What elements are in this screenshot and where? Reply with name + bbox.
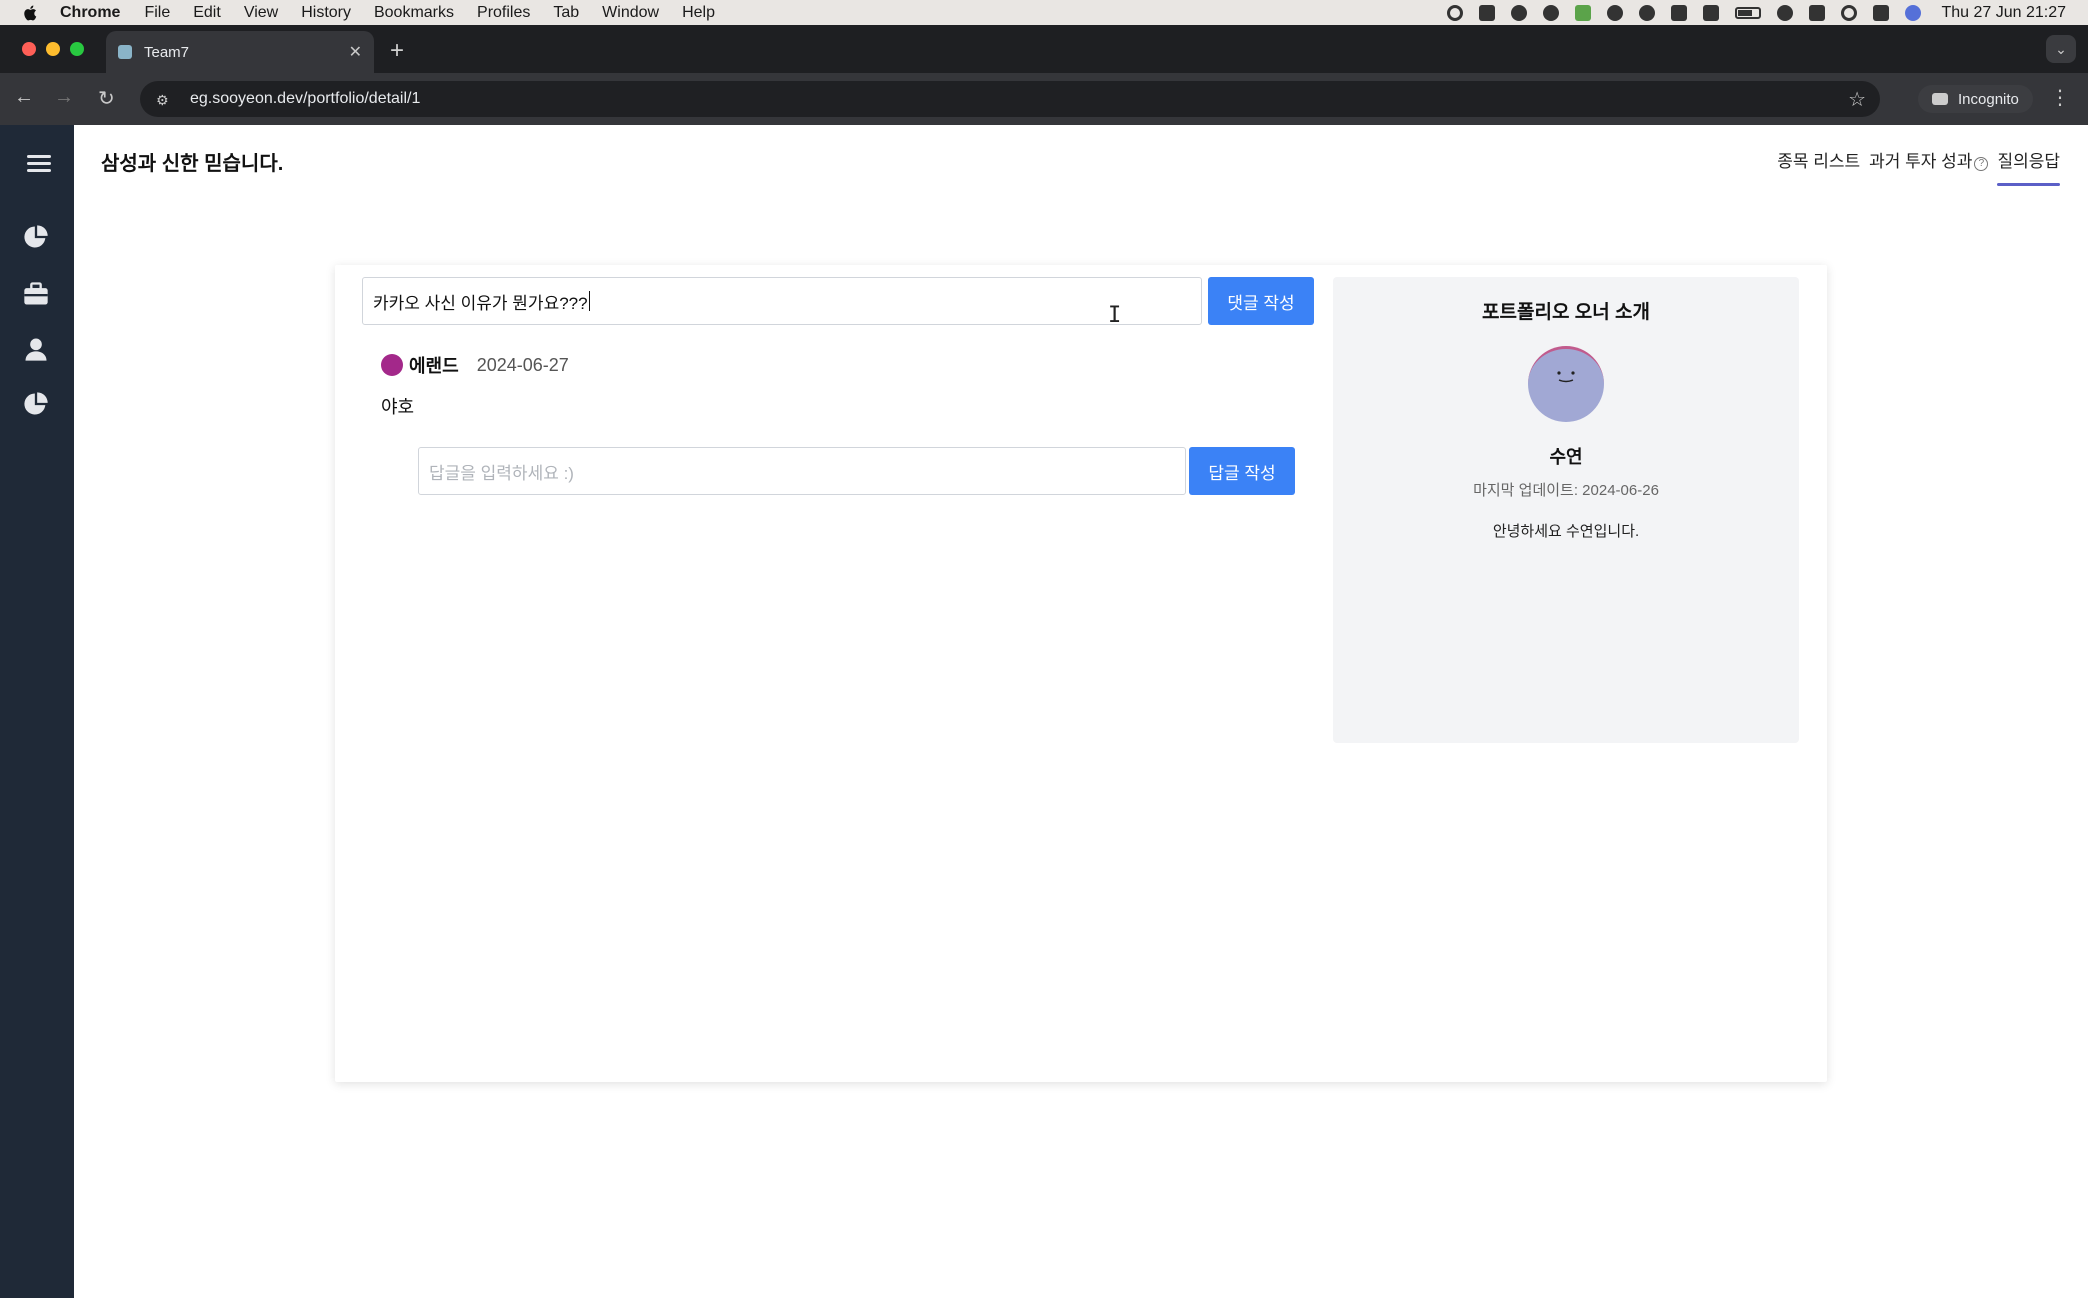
reload-icon[interactable]: ↻: [98, 86, 115, 111]
menu-app-chrome[interactable]: Chrome: [60, 4, 120, 22]
smiley-face-icon: [1557, 371, 1575, 383]
shield-status-icon[interactable]: [1511, 4, 1528, 21]
menu-view[interactable]: View: [244, 4, 278, 22]
text-caret: [588, 291, 590, 311]
address-bar-url[interactable]: eg.sooyeon.dev/portfolio/detail/1: [190, 90, 420, 108]
back-arrow-icon[interactable]: ←: [14, 86, 34, 109]
window-controls: [22, 42, 94, 56]
menu-window[interactable]: Window: [602, 4, 659, 22]
macos-menu-bar: Chrome File Edit View History Bookmarks …: [0, 0, 2088, 25]
input-source-icon[interactable]: [1809, 4, 1826, 21]
record-icon[interactable]: [1447, 4, 1464, 21]
minimize-window-button[interactable]: [46, 42, 60, 56]
spotlight-search-icon[interactable]: [1841, 4, 1858, 21]
apple-icon[interactable]: [22, 4, 40, 22]
briefcase-icon[interactable]: [22, 280, 50, 308]
forward-arrow-icon[interactable]: →: [54, 86, 74, 109]
pie-chart-icon-secondary[interactable]: [22, 390, 50, 418]
owner-introduction: 안녕하세요 수연입니다.: [1492, 523, 1640, 540]
reply-input-placeholder: 답글을 입력하세요 :): [429, 463, 574, 483]
post-comment-button[interactable]: 댓글 작성: [1208, 277, 1314, 325]
qna-card: 카카오 사신 이유가 뭔가요??? 댓글 작성 I 에랜드 2024-06-27…: [335, 265, 1827, 1082]
incognito-indicator[interactable]: Incognito: [1918, 85, 2033, 113]
menu-bar-clock[interactable]: Thu 27 Jun 21:27: [1941, 4, 2066, 22]
browser-tab-active[interactable]: Team7 ✕: [106, 31, 374, 73]
comment-date: 2024-06-27: [476, 354, 569, 375]
browser-tab-strip: Team7 ✕ + ⌄: [0, 25, 2088, 73]
menu-help[interactable]: Help: [682, 4, 715, 22]
portfolio-tabs: 종목 리스트 과거 투자 성과? 질의응답: [1768, 147, 2060, 186]
control-center-icon[interactable]: [1873, 4, 1890, 21]
tab-past-performance[interactable]: 과거 투자 성과?: [1869, 147, 1989, 182]
close-window-button[interactable]: [22, 42, 36, 56]
app-sidebar: [0, 125, 74, 1298]
tab-qna[interactable]: 질의응답: [1997, 147, 2060, 186]
owner-name: 수연: [1549, 447, 1583, 467]
tab-search-chevron-icon[interactable]: ⌄: [2046, 35, 2076, 63]
help-circle-icon[interactable]: ?: [1974, 157, 1989, 171]
site-settings-icon[interactable]: ⚙: [156, 92, 174, 108]
vpn-icon[interactable]: [1639, 4, 1656, 21]
tab-close-icon[interactable]: ✕: [349, 42, 362, 62]
maximize-window-button[interactable]: [70, 42, 84, 56]
bookmark-star-icon[interactable]: ☆: [1848, 87, 1866, 112]
pie-chart-icon[interactable]: [22, 223, 50, 251]
tab-title: Team7: [144, 43, 190, 61]
siri-icon[interactable]: [1905, 4, 1922, 21]
comment-input[interactable]: 카카오 사신 이유가 뭔가요???: [362, 277, 1202, 325]
owner-profile-panel: 포트폴리오 오너 소개 수연 마지막 업데이트: 2024-06-26 안녕하세…: [1333, 277, 1799, 743]
menu-edit[interactable]: Edit: [193, 4, 221, 22]
owner-last-updated: 마지막 업데이트: 2024-06-26: [1473, 482, 1659, 499]
tab-past-performance-label: 과거 투자 성과: [1869, 152, 1973, 171]
owner-panel-title: 포트폴리오 오너 소개: [1482, 302, 1650, 323]
web-page: 삼성과 신한 믿습니다. 종목 리스트 과거 투자 성과? 질의응답 카카오 사…: [0, 125, 2088, 1298]
moon-icon[interactable]: [1543, 4, 1560, 21]
paragraph-icon[interactable]: [1479, 4, 1496, 21]
incognito-label: Incognito: [1958, 90, 2019, 108]
menu-tab[interactable]: Tab: [553, 4, 579, 22]
menu-history[interactable]: History: [301, 4, 351, 22]
comment-body: 야호: [381, 397, 415, 417]
tab-stock-list[interactable]: 종목 리스트: [1777, 147, 1860, 182]
reply-input[interactable]: 답글을 입력하세요 :): [418, 447, 1186, 495]
portfolio-title: 삼성과 신한 믿습니다.: [101, 153, 284, 175]
menu-profiles[interactable]: Profiles: [477, 4, 530, 22]
grid-icon[interactable]: [1671, 4, 1688, 21]
user-icon[interactable]: [22, 335, 50, 363]
new-tab-plus-icon[interactable]: +: [390, 37, 404, 65]
comment-header: 에랜드 2024-06-27: [381, 352, 569, 378]
menu-bookmarks[interactable]: Bookmarks: [374, 4, 454, 22]
comment-avatar: [381, 354, 403, 376]
comment-input-value: 카카오 사신 이유가 뭔가요???: [373, 293, 588, 313]
wifi-icon[interactable]: [1777, 4, 1794, 21]
grammarly-icon[interactable]: [1575, 4, 1592, 21]
menu-bar-status-area: Thu 27 Jun 21:27: [1431, 0, 2066, 25]
comment-author: 에랜드: [409, 356, 459, 376]
owner-avatar: [1528, 346, 1604, 422]
post-reply-button[interactable]: 답글 작성: [1189, 447, 1295, 495]
hamburger-menu-icon[interactable]: [27, 155, 51, 173]
chrome-menu-kebab-icon[interactable]: ⋮: [2050, 85, 2070, 110]
browser-toolbar: ← → ↻ ⚙ eg.sooyeon.dev/portfolio/detail/…: [0, 73, 2088, 125]
text-cursor-ibeam-icon: I: [1108, 303, 1122, 328]
paste-icon[interactable]: [1607, 4, 1624, 21]
bluetooth-icon[interactable]: [1703, 4, 1720, 21]
battery-icon[interactable]: [1735, 6, 1762, 19]
address-bar[interactable]: ⚙ eg.sooyeon.dev/portfolio/detail/1 ☆: [140, 81, 1880, 117]
incognito-icon: [1932, 93, 1948, 105]
menu-file[interactable]: File: [144, 4, 170, 22]
tab-favicon-icon: [118, 45, 132, 59]
